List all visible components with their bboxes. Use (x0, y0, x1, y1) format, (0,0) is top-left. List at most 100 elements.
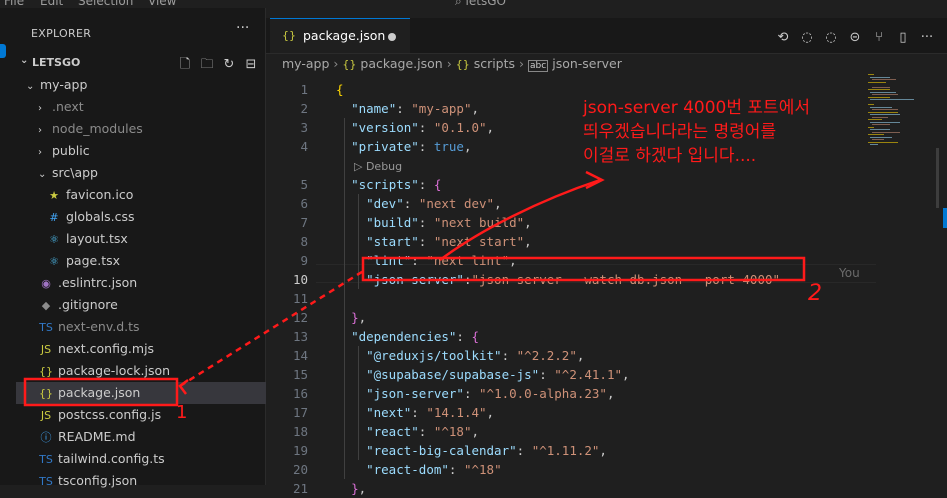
tree-item-label: layout.tsx (66, 231, 128, 246)
collapse-all-icon[interactable]: ⊟ (240, 57, 262, 72)
split-editor-icon[interactable]: ▯ (891, 30, 915, 45)
tree-item[interactable]: ⌄ src\app (16, 162, 266, 184)
file-type-icon: TS (39, 321, 53, 334)
code-line[interactable]: }, (336, 479, 366, 498)
tree-item[interactable]: ⌄ my-app (16, 74, 266, 96)
tree-item-label: src\app (52, 165, 98, 180)
line-number: 11 (292, 291, 308, 306)
tree-item[interactable]: ★ favicon.ico (16, 184, 266, 206)
toggle-view-icon[interactable]: ⊝ (843, 30, 867, 45)
code-line[interactable]: "react-big-calendar": "^1.11.2", (336, 441, 607, 460)
code-line[interactable]: "json-server": "^1.0.0-alpha.23", (336, 384, 614, 403)
tree-item[interactable]: ⚛ page.tsx (16, 250, 266, 272)
tree-item[interactable]: ⓘ README.md (16, 426, 266, 448)
refresh-icon[interactable]: ↻ (218, 57, 240, 72)
line-number: 14 (292, 348, 308, 363)
tree-item[interactable]: {} package-lock.json (16, 360, 266, 382)
command-center-search[interactable]: ⌕ letsGO (455, 0, 506, 8)
code-line[interactable]: "@supabase/supabase-js": "^2.41.1", (336, 365, 629, 384)
tree-item[interactable]: ◆ .gitignore (16, 294, 266, 316)
menu-bar: File Edit Selection View ⌕ letsGO (0, 0, 947, 8)
line-number: 4 (300, 139, 308, 154)
file-type-icon: ⚛ (49, 255, 59, 268)
menu-file[interactable]: File (4, 0, 24, 8)
tree-item[interactable]: TS tsconfig.json (16, 470, 266, 492)
line-number: 9 (300, 253, 308, 268)
menu-view[interactable]: View (148, 0, 176, 8)
tab-package-json[interactable]: {} package.json (270, 18, 410, 53)
tree-item[interactable]: {} package.json (16, 382, 266, 404)
tree-item[interactable]: JS postcss.config.js (16, 404, 266, 426)
file-type-icon: ◉ (41, 277, 51, 290)
breadcrumb-folder[interactable]: my-app (282, 56, 329, 71)
minimap-line (868, 74, 874, 75)
tree-item[interactable]: › .next (16, 96, 266, 118)
minimap-line (870, 99, 914, 100)
code-line[interactable]: "private": true, (336, 137, 471, 156)
line-number: 10 (292, 272, 308, 287)
code-line[interactable]: "name": "my-app", (336, 99, 479, 118)
open-changes-icon[interactable]: ⟲ (771, 30, 795, 45)
tree-item-label: package.json (58, 385, 141, 400)
tree-item-label: tailwind.config.ts (58, 451, 165, 466)
breadcrumb-json-server[interactable]: json-server (552, 56, 622, 71)
minimap-line (868, 81, 886, 83)
line-number: 5 (300, 177, 308, 192)
go-back-icon[interactable]: ◌ (795, 30, 819, 45)
unsaved-dot-icon[interactable] (388, 33, 396, 41)
code-line[interactable]: "next": "14.1.4", (336, 403, 494, 422)
tree-item-label: next.config.mjs (58, 341, 155, 356)
tree-item[interactable]: # globals.css (16, 206, 266, 228)
minimap-line (868, 104, 874, 105)
file-type-icon: {} (39, 387, 53, 400)
minimap-line (872, 124, 890, 125)
scroll-position-indicator (943, 208, 947, 228)
command-center-label: letsGO (465, 0, 506, 8)
minimap-line (868, 111, 898, 113)
code-line[interactable]: "react-dom": "^18" (336, 460, 502, 479)
minimap-line (872, 79, 896, 80)
breadcrumb-scripts[interactable]: scripts (474, 56, 515, 71)
tree-item[interactable]: › node_modules (16, 118, 266, 140)
tree-item[interactable]: JS next.config.mjs (16, 338, 266, 360)
minimap-line (868, 141, 898, 143)
scrollbar[interactable] (936, 148, 939, 208)
editor-actions: ⟲ ◌ ◌ ⊝ ⑂ ▯ ··· (771, 26, 939, 46)
code-line[interactable]: "start": "next start", (336, 232, 532, 251)
minimap-line (868, 89, 890, 90)
tree-item-label: public (52, 143, 90, 158)
tree-item[interactable]: › public (16, 140, 266, 162)
indent-guide (358, 346, 359, 460)
menu-edit[interactable]: Edit (40, 0, 63, 8)
codelens-debug[interactable]: ▷ Debug (354, 157, 402, 176)
more-actions-icon[interactable]: ··· (236, 20, 249, 36)
code-line[interactable]: "dependencies": { (336, 327, 479, 346)
code-line[interactable]: { (336, 80, 344, 99)
minimap-line (868, 119, 882, 120)
code-line[interactable]: "scripts": { (336, 175, 441, 194)
breadcrumb-file[interactable]: package.json (360, 56, 442, 71)
code-line[interactable]: "dev": "next dev", (336, 194, 502, 213)
code-line[interactable]: "@reduxjs/toolkit": "^2.2.2", (336, 346, 584, 365)
tree-item[interactable]: ⚛ layout.tsx (16, 228, 266, 250)
line-number: 6 (300, 196, 308, 211)
json-file-icon: {} (342, 58, 357, 71)
minimap-line (870, 144, 878, 145)
menu-selection[interactable]: Selection (78, 0, 133, 8)
timeline-icon[interactable]: ⑂ (867, 30, 891, 45)
tree-item[interactable]: TS tailwind.config.ts (16, 448, 266, 470)
minimap[interactable] (868, 74, 930, 154)
code-line[interactable]: "build": "next build", (336, 213, 532, 232)
tree-item[interactable]: ◉ .eslintrc.json (16, 272, 266, 294)
code-line[interactable]: "lint": "next lint", (336, 251, 517, 270)
tree-item[interactable]: TS next-env.d.ts (16, 316, 266, 338)
code-line[interactable]: "version": "0.1.0", (336, 118, 494, 137)
code-line[interactable]: "json-server":"json-server --watch db.js… (336, 270, 780, 289)
line-number: 15 (292, 367, 308, 382)
line-number: 17 (292, 405, 308, 420)
tree-item-label: .gitignore (58, 297, 118, 312)
code-line[interactable]: }, (336, 308, 366, 327)
more-icon[interactable]: ··· (915, 30, 939, 45)
chevron-right-icon: › (38, 147, 42, 158)
go-forward-icon[interactable]: ◌ (819, 30, 843, 45)
